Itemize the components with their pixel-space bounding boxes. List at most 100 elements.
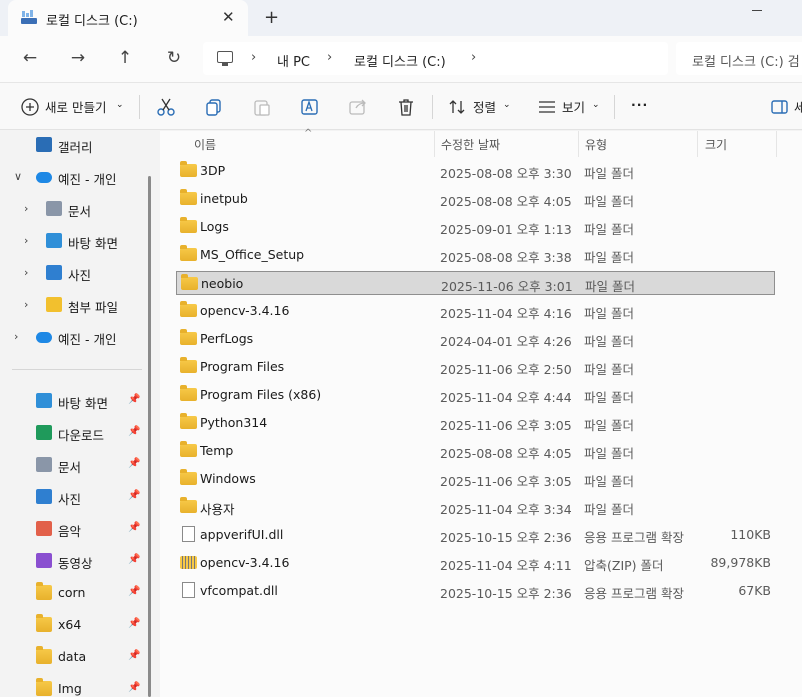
breadcrumb-chevron-icon[interactable]: ›	[471, 50, 476, 65]
column-divider[interactable]	[578, 131, 579, 157]
address-bar[interactable]: › 내 PC › 로컬 디스크 (C:) ›	[203, 42, 668, 75]
pin-icon[interactable]: 📌	[128, 554, 140, 565]
up-button[interactable]: ↑	[113, 46, 137, 70]
quick-access-item[interactable]: 음악 📌	[0, 515, 150, 543]
chevron-right-icon[interactable]: ›	[24, 202, 28, 215]
column-divider[interactable]	[697, 131, 698, 157]
pin-icon[interactable]: 📌	[128, 522, 140, 533]
sidebar-item[interactable]: › 문서	[0, 195, 150, 223]
back-button[interactable]: ←	[18, 46, 42, 70]
file-row[interactable]: Program Files 2025-11-06 오후 2:50 파일 폴더	[176, 355, 775, 379]
quick-access-item[interactable]: Img 📌	[0, 675, 150, 697]
forward-button[interactable]: →	[66, 46, 90, 70]
sidebar-item-label: 갤러리	[58, 140, 93, 155]
paste-icon[interactable]	[252, 97, 272, 117]
refresh-button[interactable]: ↻	[162, 46, 186, 70]
file-modified: 2025-11-04 오후 3:34	[440, 502, 572, 517]
share-icon[interactable]	[348, 97, 368, 117]
details-pane-icon[interactable]	[770, 97, 790, 117]
pin-icon[interactable]: 📌	[128, 490, 140, 501]
file-type: 파일 폴더	[584, 418, 634, 433]
column-header-row: ^ 이름 수정한 날짜 유형 크기	[160, 128, 802, 157]
chevron-right-icon[interactable]: ›	[24, 298, 28, 311]
search-input[interactable]: 로컬 디스크 (C:) 검	[676, 42, 802, 75]
sort-chevron-down-icon[interactable]: ⌄	[503, 100, 511, 120]
sidebar-item[interactable]: 갤러리	[0, 131, 150, 159]
sidebar-scrollbar[interactable]	[148, 176, 151, 697]
column-type[interactable]: 유형	[585, 136, 607, 153]
sidebar-item[interactable]: ∨ 예진 - 개인	[0, 163, 150, 191]
column-name[interactable]: 이름	[194, 136, 216, 153]
sidebar-item[interactable]: › 예진 - 개인	[0, 323, 150, 351]
column-modified[interactable]: 수정한 날짜	[441, 136, 500, 153]
delete-icon[interactable]	[396, 97, 416, 117]
chevron-down-icon[interactable]: ∨	[14, 170, 22, 183]
quick-access-item[interactable]: data 📌	[0, 643, 150, 671]
more-options-icon[interactable]: ···	[631, 97, 648, 117]
quick-access-item[interactable]: 사진 📌	[0, 483, 150, 511]
file-modified: 2025-11-04 오후 4:11	[440, 558, 572, 573]
quick-access-item[interactable]: x64 📌	[0, 611, 150, 639]
pin-icon[interactable]: 📌	[128, 586, 140, 597]
chevron-right-icon[interactable]: ›	[24, 234, 28, 247]
sidebar-item[interactable]: › 첨부 파일	[0, 291, 150, 319]
column-divider[interactable]	[776, 131, 777, 157]
file-row[interactable]: 사용자 2025-11-04 오후 3:34 파일 폴더	[176, 495, 775, 519]
file-row[interactable]: vfcompat.dll 2025-10-15 오후 2:36 응용 프로그램 확장…	[176, 579, 775, 603]
pin-icon[interactable]: 📌	[128, 394, 140, 405]
details-button[interactable]: 세	[794, 97, 802, 117]
file-row[interactable]: inetpub 2025-08-08 오후 4:05 파일 폴더	[176, 187, 775, 211]
file-row[interactable]: MS_Office_Setup 2025-08-08 오후 3:38 파일 폴더	[176, 243, 775, 267]
cut-icon[interactable]	[156, 97, 176, 117]
new-chevron-down-icon[interactable]: ⌄	[116, 100, 124, 120]
breadcrumb-chevron-icon[interactable]: ›	[251, 50, 256, 65]
column-size[interactable]: 크기	[705, 136, 727, 153]
breadcrumb-chevron-icon[interactable]: ›	[327, 50, 332, 65]
breadcrumb-local-disk[interactable]: 로컬 디스크 (C:)	[354, 51, 446, 70]
file-row[interactable]: Windows 2025-11-06 오후 3:05 파일 폴더	[176, 467, 775, 491]
sidebar-item[interactable]: › 바탕 화면	[0, 227, 150, 255]
breadcrumb-this-pc[interactable]: 내 PC	[277, 51, 310, 70]
file-row[interactable]: Program Files (x86) 2025-11-04 오후 4:44 파일 …	[176, 383, 775, 407]
quick-access-item[interactable]: 동영상 📌	[0, 547, 150, 575]
file-row[interactable]: Logs 2025-09-01 오후 1:13 파일 폴더	[176, 215, 775, 239]
sort-button[interactable]: 정렬	[473, 97, 496, 117]
file-row[interactable]: appverifUI.dll 2025-10-15 오후 2:36 응용 프로그램 …	[176, 523, 775, 547]
quick-access-item[interactable]: 문서 📌	[0, 451, 150, 479]
pin-icon[interactable]: 📌	[128, 618, 140, 629]
sort-icon[interactable]	[448, 97, 468, 117]
file-row[interactable]: opencv-3.4.16 2025-11-04 오후 4:11 압축(ZIP) 폴…	[176, 551, 775, 575]
chevron-right-icon[interactable]: ›	[14, 330, 18, 343]
view-icon[interactable]	[537, 97, 557, 117]
view-chevron-down-icon[interactable]: ⌄	[592, 100, 600, 120]
pin-icon[interactable]: 📌	[128, 650, 140, 661]
minimize-button[interactable]	[746, 0, 768, 20]
file-size: 110KB	[730, 527, 771, 542]
view-button[interactable]: 보기	[562, 97, 585, 117]
new-plus-icon[interactable]	[20, 97, 40, 117]
close-tab-icon[interactable]: ✕	[222, 8, 235, 26]
file-type: 압축(ZIP) 폴더	[584, 558, 664, 573]
sidebar-item[interactable]: › 사진	[0, 259, 150, 287]
computer-icon[interactable]	[217, 51, 233, 66]
folder-icon	[36, 646, 52, 664]
quick-access-item[interactable]: 다운로드 📌	[0, 419, 150, 447]
column-divider[interactable]	[434, 131, 435, 157]
file-row[interactable]: Python314 2025-11-06 오후 3:05 파일 폴더	[176, 411, 775, 435]
file-row[interactable]: 3DP 2025-08-08 오후 3:30 파일 폴더	[176, 159, 775, 183]
pin-icon[interactable]: 📌	[128, 458, 140, 469]
rename-icon[interactable]	[300, 97, 320, 117]
new-button[interactable]: 새로 만들기	[45, 97, 106, 117]
new-tab-button[interactable]: +	[264, 7, 279, 28]
file-row[interactable]: PerfLogs 2024-04-01 오후 4:26 파일 폴더	[176, 327, 775, 351]
pin-icon[interactable]: 📌	[128, 682, 140, 693]
pin-icon[interactable]: 📌	[128, 426, 140, 437]
chevron-right-icon[interactable]: ›	[24, 266, 28, 279]
quick-access-item[interactable]: corn 📌	[0, 579, 150, 607]
tab-local-disk[interactable]: 로컬 디스크 (C:) ✕	[8, 0, 248, 36]
file-row[interactable]: neobio 2025-11-06 오후 3:01 파일 폴더	[176, 271, 775, 295]
quick-access-item[interactable]: 바탕 화면 📌	[0, 387, 150, 415]
copy-icon[interactable]	[204, 97, 224, 117]
file-row[interactable]: Temp 2025-08-08 오후 4:05 파일 폴더	[176, 439, 775, 463]
file-row[interactable]: opencv-3.4.16 2025-11-04 오후 4:16 파일 폴더	[176, 299, 775, 323]
